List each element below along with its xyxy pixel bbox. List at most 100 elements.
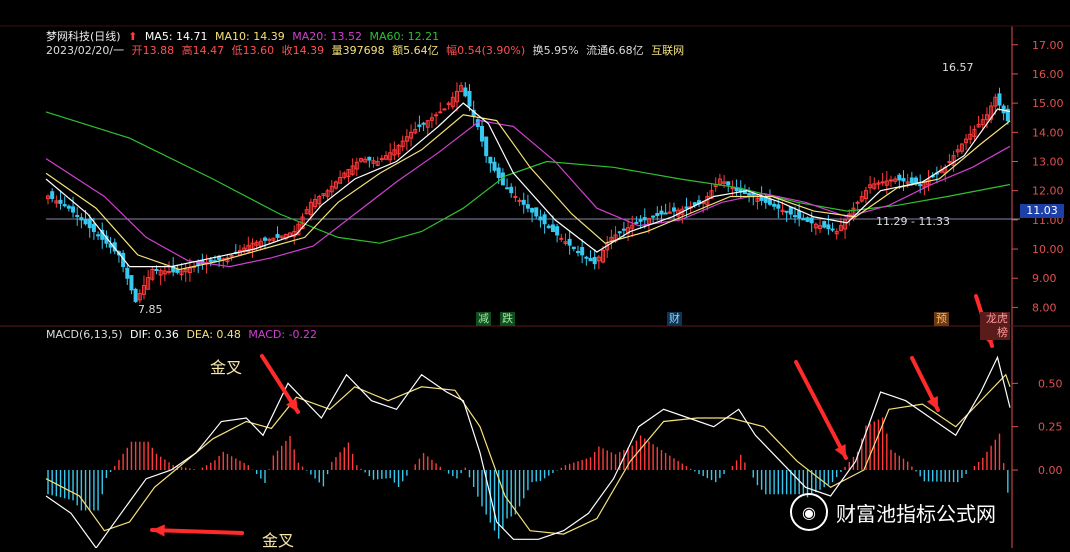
candle-body — [747, 193, 752, 196]
candle-body — [125, 267, 130, 279]
candle-body — [542, 214, 547, 225]
chart-canvas: 8.009.0010.0011.0012.0013.0014.0015.0016… — [0, 25, 1070, 550]
amount-label: 额5.64亿 — [392, 44, 439, 57]
candle-body — [91, 223, 96, 233]
sector-label[interactable]: 互联网 — [651, 44, 684, 57]
candle-body — [575, 251, 580, 254]
candle-body — [767, 198, 772, 205]
price-tick-label: 16.00 — [1032, 68, 1064, 81]
candle-body — [546, 225, 551, 229]
candle-body — [621, 228, 626, 231]
candle-body — [805, 217, 810, 222]
golden-cross-label-2: 金叉 — [262, 531, 295, 550]
candle-body — [534, 207, 539, 217]
candle-body — [208, 259, 213, 263]
price-tick-label: 12.00 — [1032, 185, 1064, 198]
event-tag-forecast[interactable]: 预 — [934, 312, 949, 326]
candle-body — [417, 124, 422, 127]
candle-body — [229, 254, 234, 257]
candle-body — [62, 204, 67, 207]
candle-body — [584, 256, 589, 259]
price-tick-label: 9.00 — [1032, 272, 1057, 285]
candle-body — [550, 224, 555, 233]
dea-label: DEA: 0.48 — [186, 328, 241, 341]
price-tick-label: 13.00 — [1032, 155, 1064, 168]
ma5-label: MA5: 14.71 — [144, 30, 208, 43]
candle-body — [75, 214, 80, 217]
up-arrow-icon: ⬆ — [128, 30, 138, 43]
price-tick-label: 14.00 — [1032, 126, 1064, 139]
candle-body — [830, 228, 835, 231]
event-tag-fall[interactable]: 跌 — [500, 312, 515, 326]
candle-body — [997, 93, 1002, 106]
candle-body — [438, 111, 443, 114]
candle-body — [484, 136, 489, 157]
candle-body — [651, 215, 656, 218]
stock-name: 梦网科技(日线) — [46, 30, 121, 43]
candle-body — [71, 206, 76, 213]
candle-body — [275, 234, 280, 238]
candle-body — [129, 275, 134, 291]
low-price-label: 7.85 — [138, 303, 163, 316]
ma20-line — [45, 119, 1011, 268]
turnover-label: 换5.95% — [532, 44, 579, 57]
candle-body — [555, 226, 560, 236]
candle-body — [784, 210, 789, 213]
candle-body — [663, 212, 668, 215]
candle-body — [897, 174, 902, 181]
candle-body — [79, 217, 84, 221]
annotation-arrow — [150, 528, 244, 535]
watermark-text: 财富池指标公式网 — [836, 501, 996, 526]
event-tag-finance[interactable]: 财 — [667, 312, 682, 326]
price-tick-label: 15.00 — [1032, 97, 1064, 110]
stock-chart[interactable]: 8.00 9.00 10.00 11.00 12.00 13.00 14.00 15.00 16… — [0, 0, 1070, 550]
candle-body — [87, 218, 92, 229]
candle-body — [167, 270, 172, 273]
open-label: 开13.88 — [131, 44, 175, 57]
candle-body — [96, 234, 101, 237]
candle-body — [571, 246, 576, 250]
ma10-label: MA10: 14.39 — [215, 30, 285, 43]
annotation-arrow — [794, 360, 848, 460]
candle-body — [367, 156, 372, 161]
volume-label: 量397698 — [331, 44, 385, 57]
candle-body — [822, 221, 827, 228]
candle-body — [66, 205, 71, 209]
candle-body — [918, 184, 923, 187]
ma20-label: MA20: 13.52 — [292, 30, 362, 43]
candle-body — [492, 161, 497, 171]
candle-body — [434, 114, 439, 117]
candle-body — [592, 257, 597, 265]
candle-body — [726, 181, 731, 186]
candle-body — [538, 216, 543, 221]
close-label: 收14.39 — [281, 44, 325, 57]
candle-body — [655, 213, 660, 216]
candle-body — [684, 206, 689, 209]
candle-body — [467, 90, 472, 107]
high-price-label: 16.57 — [942, 61, 974, 74]
candle-body — [947, 160, 952, 163]
candle-body — [559, 237, 564, 240]
candle-body — [642, 217, 647, 221]
event-tag-reduce[interactable]: 减 — [476, 312, 491, 326]
current-price-tag: 11.03 — [1020, 204, 1064, 218]
wechat-icon: ◉ — [790, 493, 828, 531]
candle-body — [659, 210, 664, 215]
candle-body — [517, 199, 522, 202]
candle-body — [855, 201, 860, 204]
candle-body — [567, 238, 572, 246]
event-tag-dragon-list[interactable]: 龙虎榜 — [980, 312, 1010, 340]
candle-body — [880, 181, 885, 184]
candle-body — [888, 179, 893, 182]
macd-tick-label: 0.50 — [1038, 377, 1063, 390]
candle-body — [505, 187, 510, 190]
candle-body — [792, 215, 797, 218]
candle-body — [496, 167, 501, 179]
annotation-arrowhead — [152, 524, 165, 537]
candle-body — [772, 203, 777, 207]
macd-tick-label: 0.00 — [1038, 464, 1063, 477]
candle-body — [638, 219, 643, 222]
candle-body — [617, 231, 622, 234]
candle-body — [488, 156, 493, 164]
high-label: 高14.47 — [181, 44, 225, 57]
